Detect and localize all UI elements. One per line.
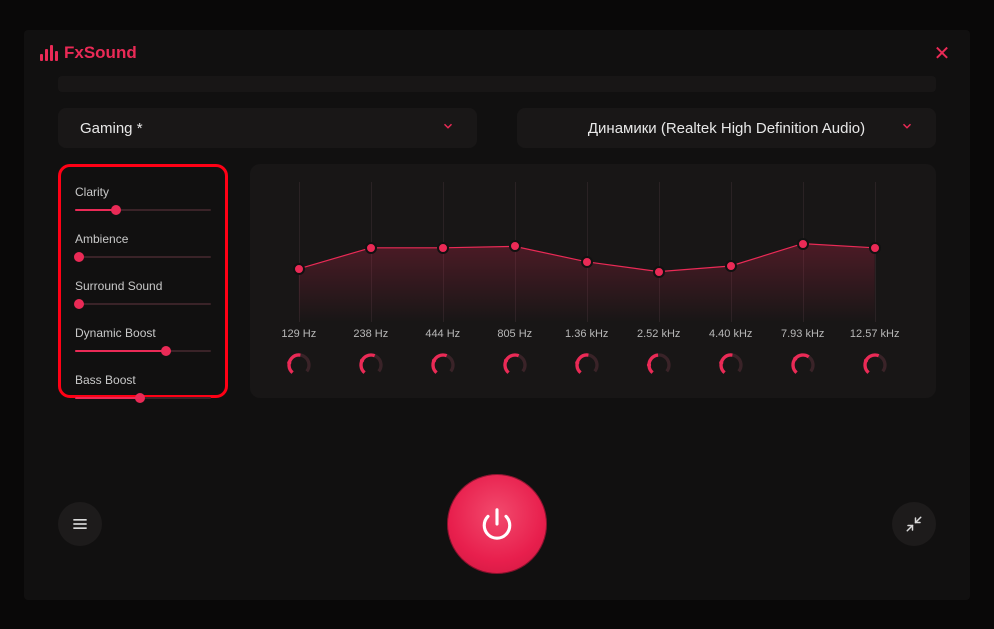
eq-knob[interactable] [572,350,602,380]
power-icon [480,507,514,541]
eq-node[interactable] [509,240,521,252]
collapse-button[interactable] [892,502,936,546]
eq-freq-label: 2.52 kHz [637,328,680,340]
eq-freq-label: 7.93 kHz [781,328,824,340]
eq-freq-label: 444 Hz [425,328,460,340]
effects-panel: Clarity Ambience Surround Sound Dynamic Boo… [58,164,228,398]
top-strip [58,76,936,92]
eq-knob[interactable] [356,350,386,380]
eq-node[interactable] [869,242,881,254]
eq-node[interactable] [725,260,737,272]
logo-icon [40,45,58,61]
eq-graph[interactable] [280,182,906,322]
collapse-icon [905,515,923,533]
effect-clarity: Clarity [75,185,211,215]
eq-freq-label: 238 Hz [353,328,388,340]
eq-freq-label: 805 Hz [497,328,532,340]
chevron-down-icon [441,119,455,137]
effect-label: Bass Boost [75,373,211,387]
dropdown-row: Gaming * Динамики (Realtek High Definiti… [24,108,970,164]
close-icon[interactable]: ✕ [930,41,954,66]
eq-freq-label: 129 Hz [281,328,316,340]
eq-knob[interactable] [860,350,890,380]
eq-node[interactable] [797,238,809,250]
eq-knob[interactable] [644,350,674,380]
effect-slider[interactable] [75,252,211,262]
effect-bass-boost: Bass Boost [75,373,211,403]
effect-dynamic-boost: Dynamic Boost [75,326,211,356]
chevron-down-icon [900,119,914,137]
eq-node[interactable] [653,266,665,278]
effect-slider[interactable] [75,205,211,215]
effect-label: Ambience [75,232,211,246]
eq-knob[interactable] [788,350,818,380]
effect-slider[interactable] [75,346,211,356]
app-logo: FxSound [40,43,137,63]
eq-panel: 129 Hz 238 Hz 444 Hz 805 Hz 1.36 kHz 2.52 kHz… [250,164,936,398]
power-button[interactable] [447,474,547,574]
eq-freq-label: 4.40 kHz [709,328,752,340]
effect-slider[interactable] [75,299,211,309]
eq-freq-label: 1.36 kHz [565,328,608,340]
device-dropdown[interactable]: Динамики (Realtek High Definition Audio) [517,108,936,148]
app-window: FxSound ✕ Gaming * Динамики (Realtek Hig… [24,30,970,600]
preset-value: Gaming * [80,120,143,137]
eq-knobs [280,350,906,384]
bottom-bar [24,474,970,574]
eq-knob[interactable] [716,350,746,380]
titlebar: FxSound ✕ [24,30,970,76]
main-area: Clarity Ambience Surround Sound Dynamic Boo… [24,164,970,398]
eq-node[interactable] [581,256,593,268]
effect-label: Clarity [75,185,211,199]
eq-node[interactable] [437,242,449,254]
eq-node[interactable] [293,263,305,275]
preset-dropdown[interactable]: Gaming * [58,108,477,148]
eq-knob[interactable] [284,350,314,380]
effect-ambience: Ambience [75,232,211,262]
eq-knob[interactable] [500,350,530,380]
eq-node[interactable] [365,242,377,254]
menu-button[interactable] [58,502,102,546]
effect-surround-sound: Surround Sound [75,279,211,309]
eq-knob[interactable] [428,350,458,380]
app-name: FxSound [64,43,137,63]
eq-labels: 129 Hz 238 Hz 444 Hz 805 Hz 1.36 kHz 2.52 kHz… [280,328,906,342]
hamburger-icon [70,514,90,534]
effect-label: Dynamic Boost [75,326,211,340]
effect-slider[interactable] [75,393,211,403]
effect-label: Surround Sound [75,279,211,293]
device-value: Динамики (Realtek High Definition Audio) [588,120,865,137]
eq-freq-label: 12.57 kHz [850,328,900,340]
